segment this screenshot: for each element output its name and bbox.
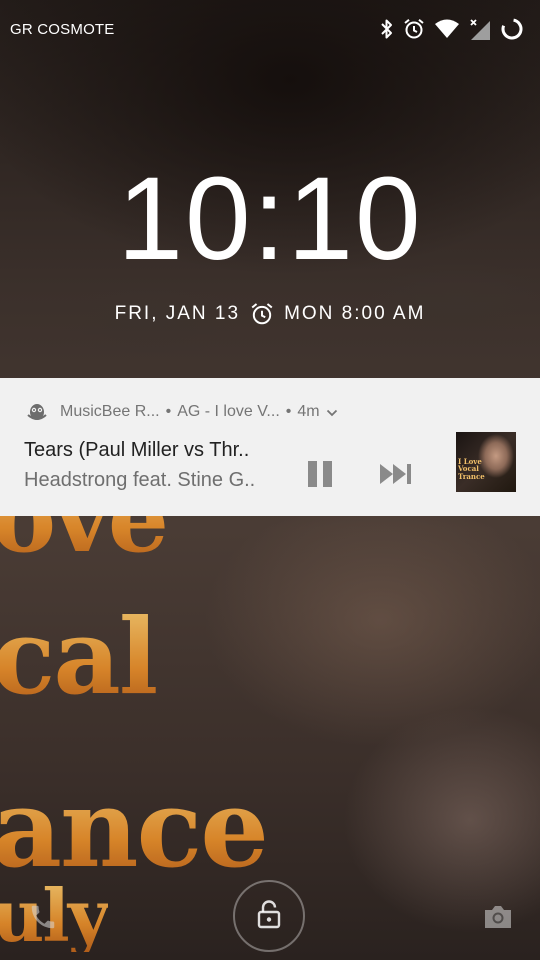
- date-label: FRI, JAN 13: [114, 303, 241, 324]
- bluetooth-icon: [380, 18, 394, 44]
- media-notification[interactable]: MusicBee R... • AG - I love V... • 4m Te…: [0, 378, 540, 516]
- phone-shortcut[interactable]: [28, 902, 58, 932]
- camera-icon: [482, 906, 514, 936]
- skip-next-button[interactable]: [376, 456, 416, 496]
- status-icons: [380, 17, 524, 45]
- unlock-icon: [256, 899, 282, 933]
- lock-screen: ove cal ance uly GR COSMOTE 10:10 FRI, J…: [0, 0, 540, 960]
- track-title: Tears (Paul Miller vs Thr..: [24, 439, 250, 461]
- next-alarm-icon: [250, 302, 274, 326]
- notification-header: MusicBee R... • AG - I love V... • 4m: [26, 400, 520, 424]
- status-bar: GR COSMOTE: [0, 0, 540, 60]
- signal-no-service-icon: [469, 17, 491, 45]
- header-separator: •: [285, 403, 292, 420]
- battery-charging-icon: [500, 17, 524, 45]
- next-alarm-label: MON 8:00 AM: [284, 303, 426, 324]
- pause-icon: [305, 459, 335, 493]
- wallpaper-text-line-2: cal: [0, 605, 158, 709]
- alarm-icon: [403, 18, 425, 44]
- unlock-button[interactable]: [233, 880, 305, 952]
- skip-next-icon: [379, 463, 413, 489]
- header-separator: •: [165, 403, 172, 420]
- pause-button[interactable]: [300, 456, 340, 496]
- date-row: FRI, JAN 13 MON 8:00 AM: [0, 302, 540, 326]
- carrier-label: GR COSMOTE: [10, 21, 115, 38]
- wallpaper-text-line-3: ance: [0, 775, 269, 883]
- wifi-icon: [434, 18, 460, 44]
- album-art: I Love Vocal Trance: [456, 432, 516, 492]
- phone-icon: [28, 905, 58, 936]
- notification-time: 4m: [297, 403, 320, 420]
- lockscreen-clock: 10:10: [117, 153, 423, 285]
- chevron-down-icon[interactable]: [326, 406, 338, 418]
- camera-shortcut[interactable]: [482, 902, 514, 932]
- album-art-text: I Love Vocal Trance: [458, 457, 485, 481]
- musicbee-app-icon: [26, 401, 48, 423]
- track-artist: Headstrong feat. Stine G..: [24, 469, 256, 491]
- media-controls: [300, 456, 416, 496]
- notification-app-name: MusicBee R...: [60, 403, 160, 420]
- notification-subtext: AG - I love V...: [177, 403, 280, 420]
